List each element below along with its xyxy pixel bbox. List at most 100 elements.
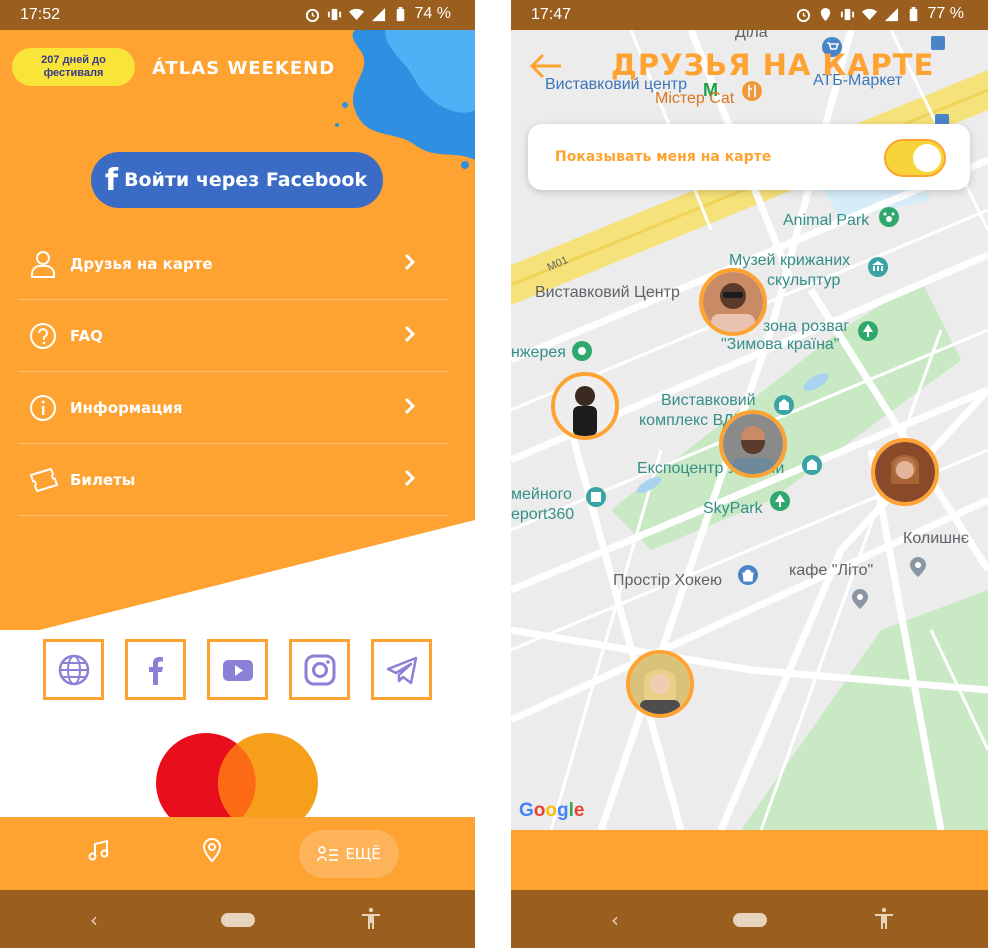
- facebook-link[interactable]: [125, 639, 186, 700]
- atlas-weekend-logo: ÁTLAS WEEKEND: [152, 58, 336, 79]
- menu-item-faq[interactable]: FAQ: [18, 300, 447, 372]
- page-title: ДРУЗЬЯ НА КАРТЕ: [611, 48, 935, 82]
- map-label: SkyPark: [703, 500, 763, 517]
- map-label: Виставковий Центр: [535, 284, 680, 301]
- phone-screen-menu: 17:52 74 % 207 дней до фестиваля ÁTLAS W…: [0, 0, 475, 948]
- friend-avatar-4[interactable]: [871, 438, 939, 506]
- website-link[interactable]: [43, 639, 104, 700]
- menu-item-label: Друзья на карте: [70, 254, 213, 273]
- alarm-icon: [796, 8, 810, 22]
- tab-lineup[interactable]: [86, 837, 116, 867]
- menu-item-label: Билеты: [70, 470, 136, 489]
- system-back-button[interactable]: ‹: [611, 908, 619, 932]
- menu-item-tickets[interactable]: Билеты: [18, 444, 447, 516]
- signal-icon: [884, 7, 898, 21]
- system-home-button[interactable]: [220, 913, 255, 927]
- accessibility-button[interactable]: [872, 906, 896, 930]
- status-time: 17:52: [20, 6, 61, 23]
- battery-icon: [396, 6, 404, 21]
- back-arrow-icon[interactable]: [529, 52, 563, 80]
- google-logo: Google: [519, 800, 585, 821]
- map-label: Містер Cat: [655, 90, 735, 107]
- landmark-icon: [801, 454, 823, 476]
- friend-avatar-2[interactable]: [551, 372, 619, 440]
- phone-screen-friends-map: 17:47 77 % M Діла Виставковий центр Міст…: [511, 0, 988, 948]
- facebook-login-label: Войти через Facebook: [124, 169, 368, 191]
- user-icon: [28, 249, 58, 279]
- park-icon: [857, 320, 879, 342]
- friend-avatar-1[interactable]: [699, 268, 767, 336]
- question-icon: [28, 321, 58, 351]
- map-label: зона розваг: [763, 318, 850, 335]
- map-label: Музей крижаних: [729, 252, 851, 269]
- friend-avatar-3[interactable]: [719, 410, 787, 478]
- youtube-link[interactable]: [207, 639, 268, 700]
- chevron-right-icon: [404, 253, 416, 271]
- youtube-icon: [222, 659, 253, 681]
- system-nav-bar: ‹: [0, 890, 475, 948]
- map-label: кафе "Літо": [789, 562, 874, 579]
- battery-percent: 74 %: [414, 5, 451, 22]
- map-label: Виставковий: [661, 392, 756, 409]
- status-bar: 17:47 77 %: [511, 0, 988, 30]
- pet-store-icon: [878, 206, 900, 228]
- museum-icon: [867, 256, 889, 278]
- system-nav-bar: ‹: [511, 890, 988, 948]
- restaurant-icon: [741, 80, 763, 102]
- map-pin-icon: [907, 556, 929, 578]
- shopping-bag-icon: [737, 564, 759, 586]
- status-icons: 74 %: [305, 5, 451, 23]
- tab-map[interactable]: [199, 837, 229, 867]
- menu-item-info[interactable]: Информация: [18, 372, 447, 444]
- map-label: нжерея: [511, 344, 566, 361]
- main-menu: Друзья на карте FAQ Информация Билеты: [18, 228, 447, 516]
- friend-avatar-5[interactable]: [626, 650, 694, 718]
- map-label: eport360: [511, 506, 575, 523]
- map-label: "Зимова країна": [721, 336, 840, 353]
- info-icon: [28, 393, 58, 423]
- map-label: Простір Хокею: [613, 572, 722, 589]
- map-label: Колишнє: [903, 530, 969, 547]
- chevron-right-icon: [404, 397, 416, 415]
- system-home-button[interactable]: [732, 913, 767, 927]
- location-icon: [820, 7, 830, 21]
- chevron-right-icon: [404, 325, 416, 343]
- garden-icon: [571, 340, 593, 362]
- music-note-icon: [88, 839, 109, 861]
- signal-icon: [371, 7, 385, 21]
- telegram-link[interactable]: [371, 639, 432, 700]
- location-pin-icon: [202, 838, 222, 863]
- accessibility-button[interactable]: [359, 906, 383, 930]
- facebook-icon: f: [105, 162, 119, 198]
- instagram-link[interactable]: [289, 639, 350, 700]
- tab-more[interactable]: ЕЩЁ: [299, 830, 399, 878]
- chevron-right-icon: [404, 469, 416, 487]
- battery-percent: 77 %: [927, 5, 964, 22]
- map-label: Animal Park: [783, 212, 870, 229]
- cinema-icon: [585, 486, 607, 508]
- tab-more-label: ЕЩЁ: [345, 845, 381, 863]
- menu-item-label: Информация: [70, 398, 183, 417]
- show-me-label: Показывать меня на карте: [555, 149, 772, 165]
- accessibility-icon: [875, 907, 893, 929]
- status-time: 17:47: [531, 6, 572, 23]
- map-pin-icon: [849, 588, 871, 610]
- facebook-login-button[interactable]: f Войти через Facebook: [91, 152, 383, 208]
- vibrate-icon: [327, 8, 341, 20]
- accessibility-icon: [362, 907, 380, 929]
- bottom-tab-bar: [511, 830, 988, 890]
- status-bar: 17:52 74 %: [0, 0, 475, 30]
- system-back-button[interactable]: ‹: [90, 908, 98, 932]
- list-icon: [317, 846, 339, 862]
- battery-icon: [909, 6, 917, 21]
- telegram-icon: [386, 656, 417, 684]
- map-label: мейного: [511, 486, 572, 503]
- menu-item-friends-map[interactable]: Друзья на карте: [18, 228, 447, 300]
- wifi-icon: [348, 8, 364, 20]
- show-me-toggle[interactable]: [884, 139, 946, 177]
- instagram-icon: [304, 654, 335, 685]
- ticket-icon: [28, 465, 58, 495]
- social-links: [43, 639, 432, 700]
- facebook-icon: [148, 656, 163, 685]
- alarm-icon: [305, 8, 319, 22]
